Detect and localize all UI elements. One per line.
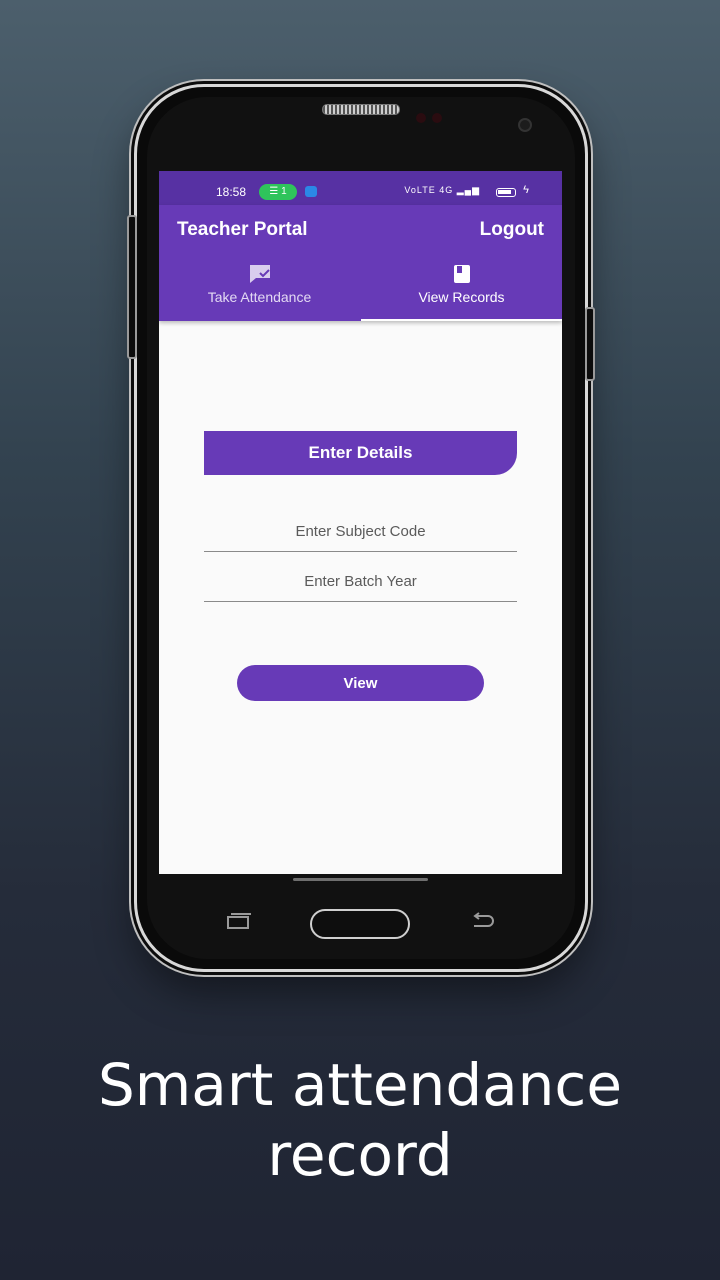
tab-label-take-attendance: Take Attendance (207, 289, 312, 305)
caption-line-1: Smart attendance (97, 1051, 623, 1119)
light-sensor (432, 113, 442, 123)
recents-button[interactable] (226, 912, 252, 935)
hotspot-badge: ☰ 1 (259, 184, 297, 200)
tab-label-view-records: View Records (418, 289, 505, 305)
network-label: VoLTE 4G (404, 185, 454, 195)
volume-button (127, 215, 137, 359)
back-arrow-icon (473, 912, 494, 927)
back-button[interactable] (470, 912, 496, 935)
recents-icon (227, 913, 251, 929)
proximity-sensor (416, 113, 426, 123)
battery-icon (496, 188, 516, 197)
view-button[interactable]: View (237, 665, 484, 701)
tab-view-records[interactable]: View Records (361, 263, 562, 321)
status-time: 18:58 (216, 185, 247, 199)
subject-code-input[interactable] (204, 511, 517, 552)
attendance-chat-icon (249, 265, 270, 283)
logout-button[interactable]: Logout (480, 219, 544, 241)
earpiece-speaker (322, 104, 400, 115)
enter-details-banner: Enter Details (204, 431, 517, 475)
network-indicator: VoLTE 4G ▂▄▆ (404, 185, 480, 196)
app-bar: Teacher Portal Logout Take Attendance Vi… (159, 205, 562, 321)
front-camera (518, 118, 532, 132)
app-screen: 18:58 ☰ 1 VoLTE 4G ▂▄▆ ϟ Teacher Portal … (159, 171, 562, 874)
status-bar: 18:58 ☰ 1 VoLTE 4G ▂▄▆ ϟ (159, 171, 562, 205)
active-tab-indicator (361, 319, 562, 321)
caption-line-2: record (267, 1121, 453, 1189)
home-button[interactable] (310, 909, 410, 939)
charging-icon: ϟ (523, 184, 529, 196)
power-button (585, 307, 595, 381)
app-title: Teacher Portal (177, 219, 308, 240)
hotspot-icon: ☰ (269, 186, 282, 197)
book-icon (453, 265, 470, 283)
message-notification-icon (305, 186, 317, 197)
signal-icon: ▂▄▆ (456, 185, 480, 195)
hotspot-count: 1 (281, 186, 287, 197)
tab-take-attendance[interactable]: Take Attendance (159, 263, 360, 321)
batch-year-input[interactable] (204, 561, 517, 602)
gesture-handle (293, 878, 428, 881)
promo-caption: Smart attendance record (0, 1050, 720, 1190)
